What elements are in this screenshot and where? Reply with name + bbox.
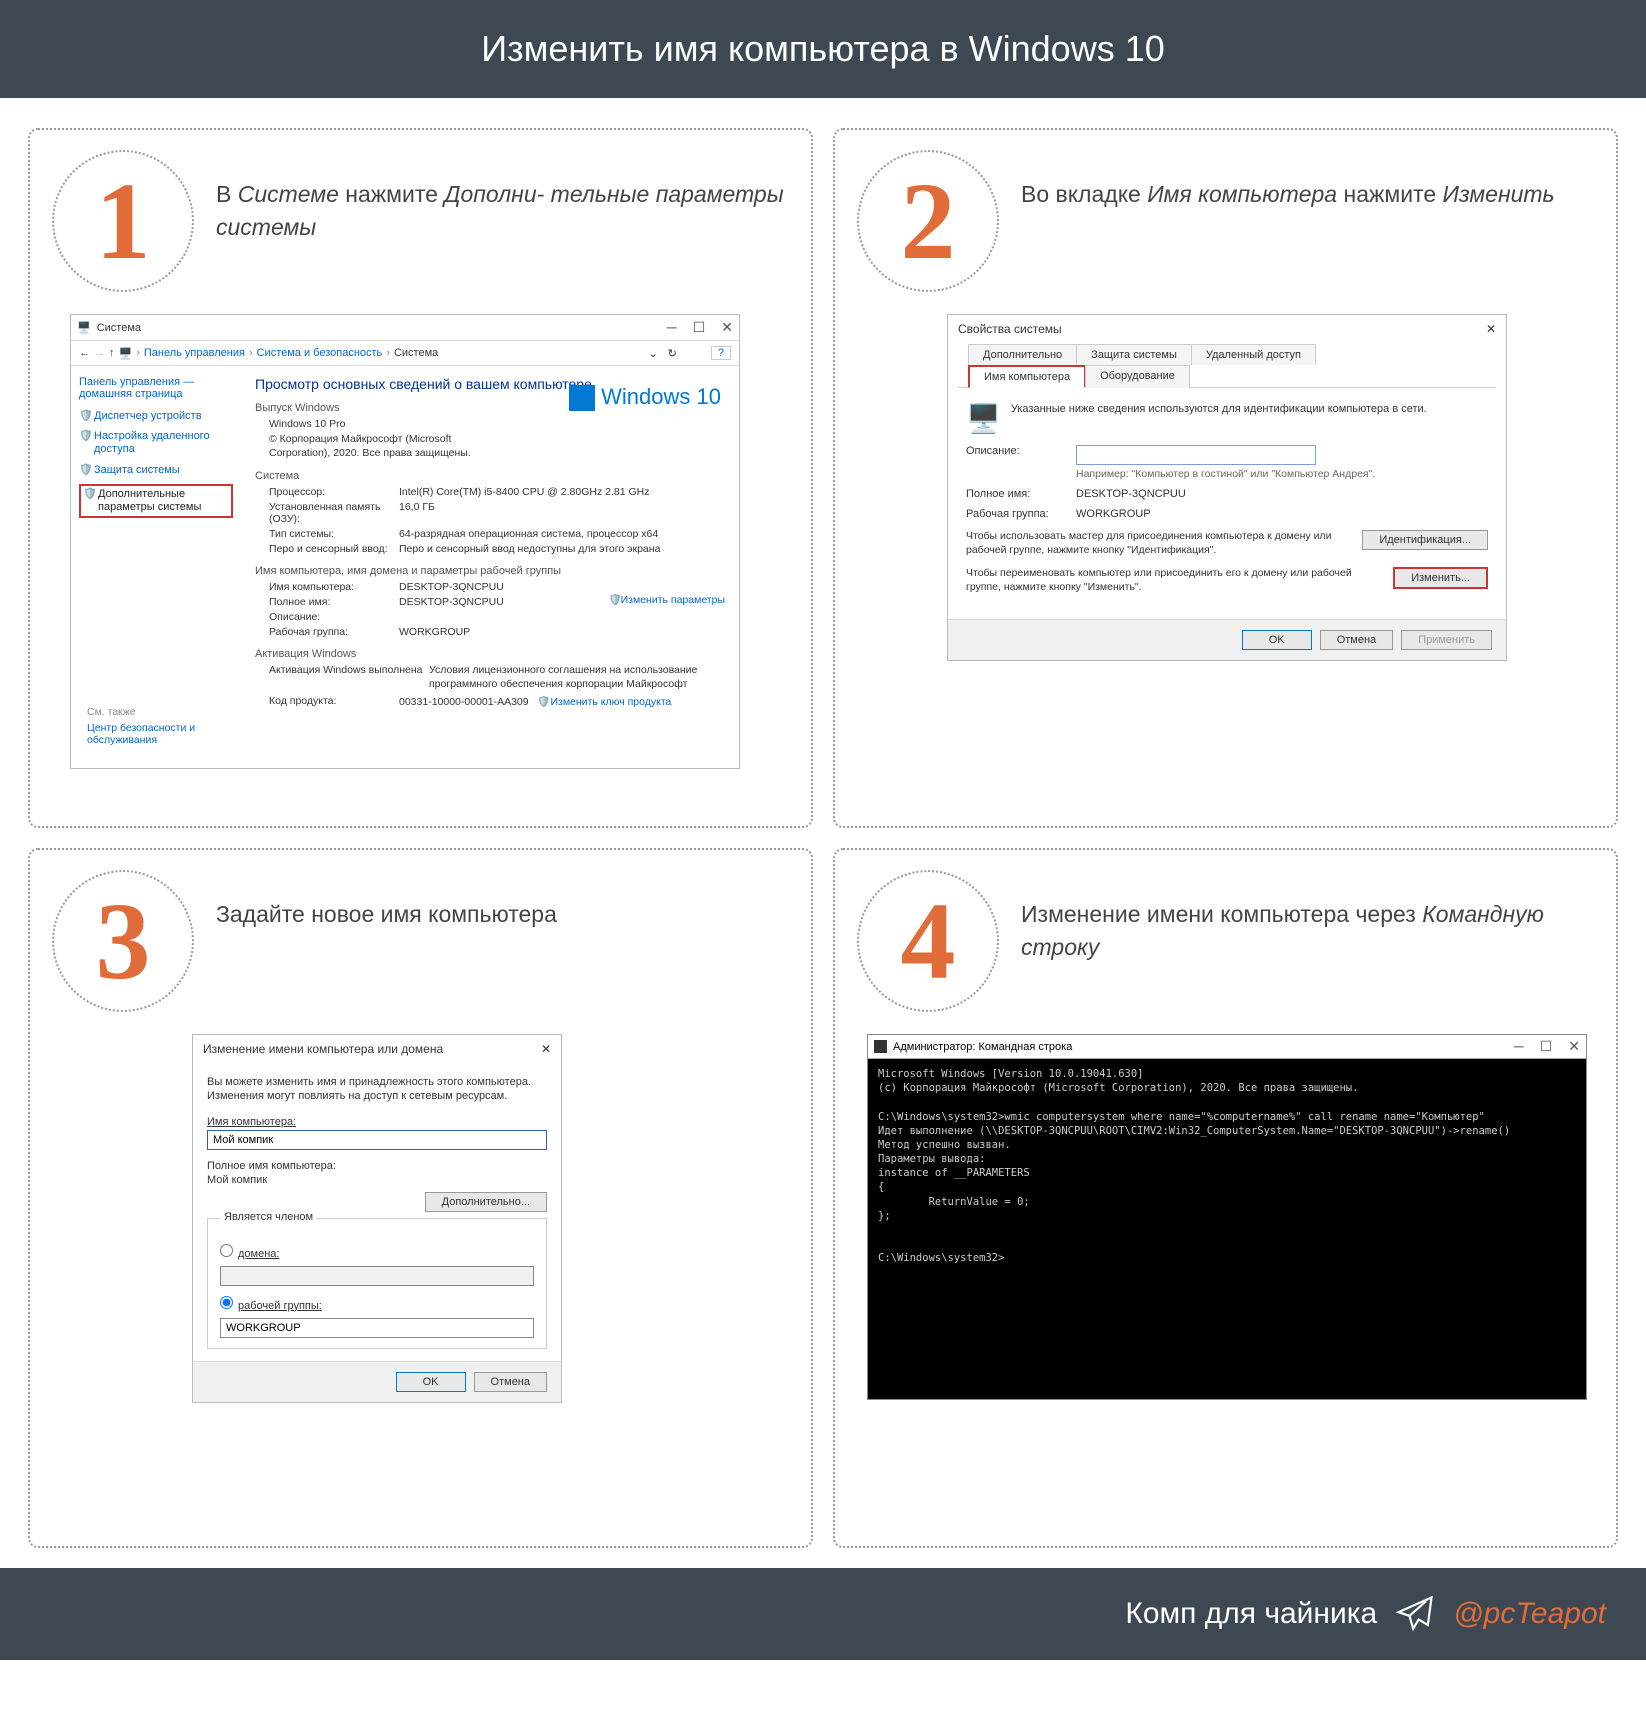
- step-4: 4 Изменение имени компьютера через Коман…: [833, 848, 1618, 1548]
- maximize-icon[interactable]: ☐: [1540, 1038, 1553, 1055]
- cancel-button[interactable]: Отмена: [1320, 630, 1393, 650]
- dialog-title: Свойства системы: [958, 322, 1062, 336]
- tab-advanced[interactable]: Дополнительно: [968, 344, 1077, 365]
- section-system: Система: [255, 470, 725, 482]
- step-1: 1 В Системе нажмите Дополни- тельные пар…: [28, 128, 813, 828]
- step-3-desc: Задайте новое имя компьютера: [216, 870, 557, 931]
- system-window: 🖥️ Система ─ ☐ ✕ ← → ↑ 🖥️› Панель управле…: [70, 314, 740, 769]
- tab-computer-name[interactable]: Имя компьютера: [968, 365, 1086, 388]
- section-computer-name: Имя компьютера, имя домена и параметры р…: [255, 565, 725, 577]
- close-icon[interactable]: ✕: [721, 319, 733, 336]
- identify-button[interactable]: Идентификация...: [1362, 530, 1488, 550]
- dialog-title: Изменение имени компьютера или домена: [203, 1042, 443, 1056]
- step-2-desc: Во вкладке Имя компьютера нажмите Измени…: [1021, 150, 1555, 211]
- telegram-handle[interactable]: @pcTeapot: [1453, 1597, 1606, 1631]
- command-prompt-window: Администратор: Командная строка ─ ☐ ✕ Mi…: [867, 1034, 1587, 1400]
- tab-protection[interactable]: Защита системы: [1076, 344, 1192, 365]
- computer-name-input[interactable]: [207, 1130, 547, 1150]
- tab-hardware[interactable]: Оборудование: [1085, 365, 1190, 388]
- help-icon[interactable]: ?: [711, 346, 731, 360]
- close-icon[interactable]: ✕: [1486, 322, 1496, 336]
- close-icon[interactable]: ✕: [1568, 1038, 1580, 1055]
- copyright-text: © Корпорация Майкрософт (Microsoft Corpo…: [269, 433, 499, 460]
- shield-icon: 🛡️: [83, 488, 95, 500]
- ok-button[interactable]: OK: [1242, 630, 1312, 650]
- step-4-desc: Изменение имени компьютера через Командн…: [1021, 870, 1594, 965]
- system-properties-dialog: Свойства системы ✕ Дополнительно Защита с…: [947, 314, 1507, 661]
- step-number-3: 3: [52, 870, 194, 1012]
- close-icon[interactable]: ✕: [541, 1042, 551, 1056]
- ok-button[interactable]: OK: [396, 1372, 466, 1392]
- cancel-button[interactable]: Отмена: [474, 1372, 547, 1392]
- domain-input[interactable]: [220, 1266, 534, 1286]
- advanced-button[interactable]: Дополнительно...: [425, 1192, 547, 1212]
- telegram-icon: [1393, 1592, 1437, 1636]
- license-terms-link[interactable]: Условия лицензионного соглашения на испо…: [429, 664, 725, 691]
- workgroup-value: WORKGROUP: [1076, 508, 1488, 520]
- step-number-2: 2: [857, 150, 999, 292]
- see-also-label: См. также: [87, 706, 225, 718]
- edition-value: Windows 10 Pro: [269, 418, 725, 430]
- system-icon: 🖥️: [77, 321, 91, 334]
- computer-name-label: Имя компьютера:: [207, 1116, 547, 1128]
- security-center-link[interactable]: Центр безопасности и обслуживания: [87, 722, 225, 746]
- window-title: Система: [97, 322, 141, 334]
- info-text: Вы можете изменить имя и принадлежность …: [207, 1075, 547, 1104]
- description-label: Описание:: [966, 445, 1076, 457]
- member-of-legend: Является членом: [220, 1211, 317, 1223]
- minimize-icon[interactable]: ─: [667, 319, 677, 336]
- maximize-icon[interactable]: ☐: [693, 319, 706, 336]
- change-settings-link[interactable]: 🛡️Изменить параметры: [609, 594, 725, 608]
- workgroup-radio[interactable]: рабочей группы:: [220, 1296, 534, 1312]
- rename-text: Чтобы переименовать компьютер или присое…: [966, 567, 1381, 594]
- change-button[interactable]: Изменить...: [1393, 567, 1488, 589]
- full-name-label: Полное имя компьютера:: [207, 1160, 547, 1172]
- shield-icon: 🛡️: [609, 594, 621, 606]
- nav-back-icon[interactable]: ←: [79, 347, 90, 359]
- shield-icon: 🛡️: [79, 464, 91, 476]
- change-product-key-link[interactable]: 🛡️Изменить ключ продукта: [537, 696, 671, 708]
- join-wizard-text: Чтобы использовать мастер для присоедине…: [966, 530, 1350, 557]
- window-title: Администратор: Командная строка: [893, 1041, 1072, 1053]
- sidebar-device-manager[interactable]: 🛡️Диспетчер устройств: [79, 410, 233, 423]
- step-3: 3 Задайте новое имя компьютера Изменение…: [28, 848, 813, 1548]
- shield-icon: 🛡️: [79, 410, 91, 422]
- steps-grid: 1 В Системе нажмите Дополни- тельные пар…: [0, 98, 1646, 1568]
- workgroup-input[interactable]: [220, 1318, 534, 1338]
- description-input[interactable]: [1076, 445, 1316, 465]
- sidebar-advanced-settings[interactable]: 🛡️Дополнительные параметры системы: [79, 484, 233, 518]
- step-number-4: 4: [857, 870, 999, 1012]
- minimize-icon[interactable]: ─: [1514, 1038, 1524, 1055]
- step-2: 2 Во вкладке Имя компьютера нажмите Изме…: [833, 128, 1618, 828]
- sidebar-protection[interactable]: 🛡️Защита системы: [79, 464, 233, 477]
- apply-button[interactable]: Применить: [1401, 630, 1492, 650]
- footer: Комп для чайника @pcTeapot: [0, 1568, 1646, 1660]
- page-title: Изменить имя компьютера в Windows 10: [0, 0, 1646, 98]
- shield-icon: 🛡️: [79, 430, 91, 442]
- control-panel-home-link[interactable]: Панель управления — домашняя страница: [79, 376, 233, 400]
- step-number-1: 1: [52, 150, 194, 292]
- intro-text: Указанные ниже сведения используются для…: [1011, 402, 1427, 435]
- full-name-value: DESKTOP-3QNCPUU: [1076, 488, 1488, 500]
- nav-up-icon[interactable]: ↑: [109, 347, 115, 359]
- breadcrumb: ← → ↑ 🖥️› Панель управления› Система и б…: [71, 341, 739, 366]
- sidebar-remote[interactable]: 🛡️Настройка удаленного доступа: [79, 430, 233, 456]
- tab-remote[interactable]: Удаленный доступ: [1191, 344, 1316, 365]
- rename-dialog: Изменение имени компьютера или домена ✕ В…: [192, 1034, 562, 1403]
- nav-fwd-icon[interactable]: →: [94, 347, 105, 359]
- domain-radio[interactable]: домена:: [220, 1244, 534, 1260]
- section-activation: Активация Windows: [255, 648, 725, 660]
- footer-text: Комп для чайника: [1125, 1597, 1377, 1631]
- computer-icon: 🖥️: [966, 402, 1001, 435]
- cmd-icon: [874, 1040, 887, 1053]
- sidebar: Панель управления — домашняя страница 🛡️…: [71, 366, 241, 768]
- terminal-output[interactable]: Microsoft Windows [Version 10.0.19041.63…: [868, 1059, 1586, 1399]
- full-name-value: Мой компик: [207, 1174, 547, 1186]
- step-1-desc: В Системе нажмите Дополни- тельные парам…: [216, 150, 789, 245]
- description-hint: Например: "Компьютер в гостиной" или "Ко…: [1076, 468, 1488, 480]
- windows-logo: Windows 10: [569, 384, 721, 411]
